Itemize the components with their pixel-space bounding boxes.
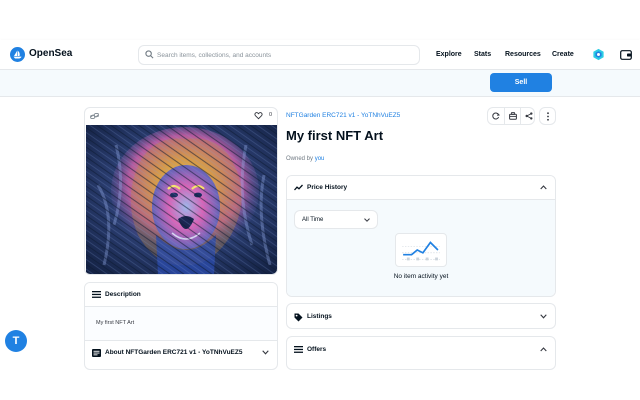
- nav-resources[interactable]: Resources: [505, 51, 541, 58]
- chevron-down-icon: [262, 350, 269, 355]
- price-history-title: Price History: [307, 184, 348, 191]
- price-history-card: Price History All Time No item activity …: [286, 175, 556, 297]
- brand-name[interactable]: OpenSea: [29, 48, 72, 59]
- transfer-icon: [509, 112, 517, 120]
- item-title: My first NFT Art: [286, 128, 384, 143]
- owned-by-label: Owned by: [286, 156, 314, 162]
- item-image-card: 0: [84, 107, 278, 275]
- listings-title: Listings: [307, 313, 332, 320]
- share-icon: [525, 112, 533, 120]
- more-icon: [547, 112, 549, 121]
- description-body: My first NFT Art: [85, 307, 277, 340]
- tag-icon: [294, 313, 303, 322]
- nav-stats[interactable]: Stats: [474, 51, 491, 58]
- item-action-group: [487, 107, 535, 125]
- search-input[interactable]: [157, 49, 412, 62]
- offers-list-icon: [294, 346, 303, 353]
- owner-line: Owned by you: [286, 156, 324, 162]
- search-icon: [145, 50, 154, 59]
- about-collection-header[interactable]: About NFTGarden ERC721 v1 - YoTNhVuEZ5: [85, 340, 277, 364]
- refresh-icon: [492, 112, 500, 120]
- description-lines-icon: [92, 291, 101, 298]
- navbar: OpenSea Explore Stats Resources Create: [0, 40, 640, 70]
- listings-card: Listings: [286, 303, 556, 329]
- like-count: 0: [268, 112, 272, 118]
- empty-chart-illustration: [395, 233, 447, 267]
- sell-button[interactable]: Sell: [490, 73, 552, 92]
- owner-link[interactable]: you: [315, 156, 325, 162]
- nav-create[interactable]: Create: [552, 51, 574, 58]
- price-history-body: All Time No item activity yet: [287, 200, 555, 296]
- time-range-value: All Time: [302, 217, 324, 223]
- offers-title: Offers: [307, 346, 327, 353]
- floating-support-button[interactable]: T: [5, 330, 27, 352]
- no-activity-message: No item activity yet: [393, 273, 449, 280]
- share-button[interactable]: [520, 108, 536, 124]
- chevron-down-icon: [540, 314, 547, 319]
- chain-link-icon: [90, 113, 99, 119]
- listings-header[interactable]: Listings: [287, 305, 555, 329]
- chevron-up-icon: [540, 347, 547, 352]
- offers-header[interactable]: Offers: [287, 338, 555, 362]
- trending-chart-icon: [294, 184, 303, 191]
- description-title: Description: [105, 291, 141, 298]
- chevron-down-icon: [364, 218, 370, 222]
- favorite-heart-icon[interactable]: [254, 111, 263, 120]
- collection-link[interactable]: NFTGarden ERC721 v1 - YoTNhVuEZ5: [286, 112, 400, 119]
- transfer-button[interactable]: [504, 108, 520, 124]
- account-icon[interactable]: [592, 48, 605, 61]
- nft-lion-artwork[interactable]: [86, 125, 278, 275]
- price-history-header[interactable]: Price History: [287, 176, 555, 200]
- owner-action-banner: Sell: [0, 70, 640, 97]
- top-strip: [0, 0, 640, 40]
- wallet-icon[interactable]: [620, 50, 632, 60]
- description-header[interactable]: Description: [85, 283, 277, 307]
- search-bar[interactable]: [138, 45, 420, 65]
- image-card-header: 0: [85, 108, 277, 124]
- chevron-up-icon: [540, 185, 547, 190]
- offers-card: Offers: [286, 336, 556, 370]
- opensea-logo-icon[interactable]: [10, 47, 25, 62]
- description-card: Description My first NFT Art About NFTGa…: [84, 282, 278, 370]
- about-collection-title: About NFTGarden ERC721 v1 - YoTNhVuEZ5: [105, 349, 243, 356]
- refresh-metadata-button[interactable]: [488, 108, 504, 124]
- time-range-select[interactable]: All Time: [294, 210, 378, 229]
- about-collection-icon: [92, 349, 101, 357]
- description-text: My first NFT Art: [96, 320, 135, 326]
- nav-explore[interactable]: Explore: [436, 51, 462, 58]
- more-options-button[interactable]: [539, 107, 556, 125]
